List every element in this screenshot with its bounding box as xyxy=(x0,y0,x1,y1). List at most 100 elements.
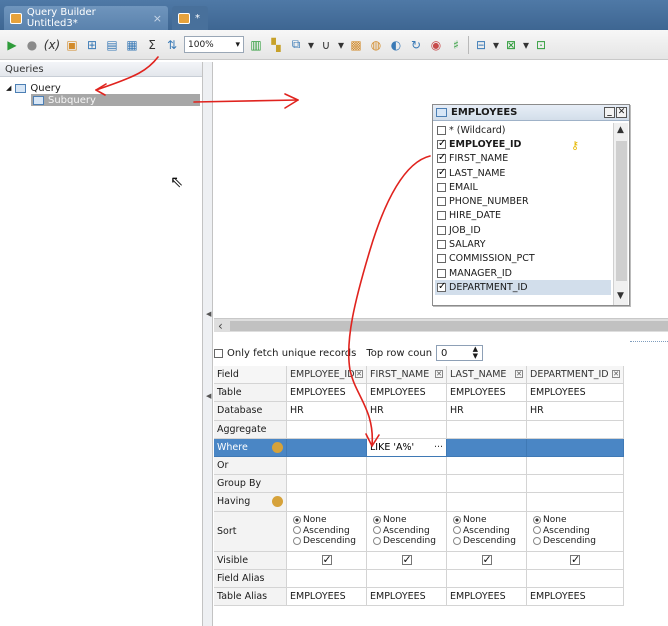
grid-cell[interactable] xyxy=(447,493,527,512)
stop-icon[interactable]: ● xyxy=(24,37,40,53)
sort-icon[interactable]: ⇅ xyxy=(164,37,180,53)
history-icon[interactable]: ◉ xyxy=(428,37,444,53)
sort-option-ascending[interactable]: Ascending xyxy=(453,526,516,537)
union-icon[interactable]: ▤ xyxy=(104,37,120,53)
remove-column-icon[interactable]: ✕ xyxy=(355,370,363,378)
field-checkbox[interactable] xyxy=(437,254,446,264)
grid-cell[interactable] xyxy=(447,456,527,476)
tab-new[interactable]: * xyxy=(172,6,208,30)
field-checkbox[interactable] xyxy=(437,225,446,235)
grid-cell[interactable] xyxy=(527,475,624,494)
tree-item-subquery[interactable]: Subquery xyxy=(31,94,200,106)
tab-query-builder[interactable]: Query Builder Untitled3* × xyxy=(4,6,168,30)
sort-option-descending[interactable]: Descending xyxy=(453,536,516,547)
union-operator-icon[interactable]: ∪ xyxy=(318,37,334,53)
field-checkbox[interactable] xyxy=(437,182,446,192)
grid-cell[interactable] xyxy=(527,438,624,457)
minimize-icon[interactable]: _ xyxy=(604,107,615,118)
field-item[interactable]: LAST_NAME xyxy=(435,166,611,180)
scrollbar-thumb[interactable] xyxy=(616,141,627,281)
scroll-down-icon[interactable]: ▼ xyxy=(617,291,624,301)
field-item[interactable]: DEPARTMENT_ID xyxy=(435,280,611,295)
radio-button[interactable] xyxy=(293,526,301,535)
sort-option-ascending[interactable]: Ascending xyxy=(293,526,356,537)
sort-option-none[interactable]: None xyxy=(533,515,596,526)
import-icon[interactable]: ⊟ xyxy=(473,37,489,53)
parameters-icon[interactable]: (x) xyxy=(44,37,60,53)
sort-option-ascending[interactable]: Ascending xyxy=(373,526,436,537)
sort-option-none[interactable]: None xyxy=(373,515,436,526)
sort-option-descending[interactable]: Descending xyxy=(373,536,436,547)
grid-cell[interactable] xyxy=(367,456,447,476)
grid-cell[interactable] xyxy=(287,475,367,494)
grid-cell[interactable] xyxy=(447,420,527,439)
field-checkbox[interactable] xyxy=(437,281,446,292)
derived-table-icon[interactable]: ▦ xyxy=(124,37,140,53)
radio-button[interactable] xyxy=(293,536,301,545)
grid-cell-field[interactable]: DEPARTMENT_ID ✕ xyxy=(527,366,624,385)
insert-icon[interactable]: ⧉ xyxy=(288,37,304,53)
grid-cell[interactable]: EMPLOYEES xyxy=(287,384,367,403)
radio-button[interactable] xyxy=(453,526,461,535)
field-item[interactable]: COMMISSION_PCT xyxy=(435,252,611,266)
grid-cell[interactable] xyxy=(287,493,367,512)
refresh-icon[interactable]: ↻ xyxy=(408,37,424,53)
field-checkbox[interactable] xyxy=(437,197,446,207)
remove-column-icon[interactable]: ✕ xyxy=(435,370,443,378)
where-condition-cell[interactable]: LIKE 'A%' ··· xyxy=(367,438,447,457)
field-checkbox[interactable] xyxy=(437,211,446,221)
panel-splitter[interactable]: ◀ ◀ xyxy=(203,62,213,626)
field-item[interactable]: FIRST_NAME xyxy=(435,152,611,166)
radio-button[interactable] xyxy=(453,536,461,545)
field-checkbox[interactable] xyxy=(437,167,446,178)
grid-cell[interactable]: HR xyxy=(367,402,447,421)
add-table-icon[interactable]: ▣ xyxy=(64,37,80,53)
grid-cell-field[interactable]: FIRST_NAME ✕ xyxy=(367,366,447,385)
collapse-arrow-icon[interactable]: ◀ xyxy=(206,392,211,400)
field-checkbox[interactable] xyxy=(437,240,446,250)
sort-option-none[interactable]: None xyxy=(293,515,356,526)
visible-checkbox[interactable] xyxy=(481,553,492,566)
grid-cell[interactable] xyxy=(287,420,367,439)
field-checkbox[interactable] xyxy=(437,125,446,135)
grid-cell[interactable]: EMPLOYEES xyxy=(447,384,527,403)
field-item[interactable]: SALARY xyxy=(435,237,611,251)
radio-button[interactable] xyxy=(373,515,381,524)
close-icon[interactable]: ✕ xyxy=(616,107,627,118)
visible-checkbox[interactable] xyxy=(321,553,332,566)
field-item[interactable]: EMAIL xyxy=(435,180,611,194)
radio-button[interactable] xyxy=(533,526,541,535)
stepper-arrows-icon[interactable]: ▲ ▼ xyxy=(473,346,478,360)
options-icon[interactable]: ⊡ xyxy=(533,37,549,53)
field-checkbox[interactable] xyxy=(437,152,446,164)
visible-checkbox[interactable] xyxy=(401,553,412,566)
radio-button[interactable] xyxy=(453,515,461,524)
chevron-down-icon[interactable]: ▾ xyxy=(338,37,344,53)
top-row-count-stepper[interactable]: 0 ▲ ▼ xyxy=(436,345,484,361)
format-icon[interactable]: ♯ xyxy=(448,37,464,53)
grid-cell[interactable] xyxy=(527,420,624,439)
grid-cell[interactable] xyxy=(527,569,624,588)
grid-cell[interactable] xyxy=(447,438,527,457)
chevron-down-icon[interactable]: ▾ xyxy=(523,37,529,53)
radio-button[interactable] xyxy=(533,515,541,524)
grid-cell[interactable] xyxy=(287,569,367,588)
grid-cell[interactable]: EMPLOYEES xyxy=(527,587,624,607)
radio-button[interactable] xyxy=(533,536,541,545)
grid-cell-field[interactable]: EMPLOYEE_ID ✕ xyxy=(287,366,367,385)
radio-button[interactable] xyxy=(293,515,301,524)
table-window-title-bar[interactable]: EMPLOYEES _ ✕ xyxy=(433,105,629,121)
canvas-horizontal-scrollbar[interactable]: ‹ xyxy=(214,318,668,333)
field-item[interactable]: MANAGER_ID xyxy=(435,266,611,280)
grid-cell[interactable]: HR xyxy=(447,402,527,421)
close-icon[interactable]: × xyxy=(153,12,162,25)
employees-table-window[interactable]: EMPLOYEES _ ✕ * (Wildcard) EMPLOYEE_ID F… xyxy=(432,104,630,306)
grid-cell[interactable] xyxy=(367,475,447,494)
tree-item-query[interactable]: ◢ Query xyxy=(6,82,61,94)
unique-records-checkbox[interactable] xyxy=(214,348,223,358)
grid-cell[interactable] xyxy=(367,569,447,588)
remove-column-icon[interactable]: ✕ xyxy=(612,370,620,378)
radio-button[interactable] xyxy=(373,526,381,535)
grid-cell[interactable] xyxy=(527,493,624,512)
condition-builder-icon[interactable] xyxy=(272,496,283,508)
